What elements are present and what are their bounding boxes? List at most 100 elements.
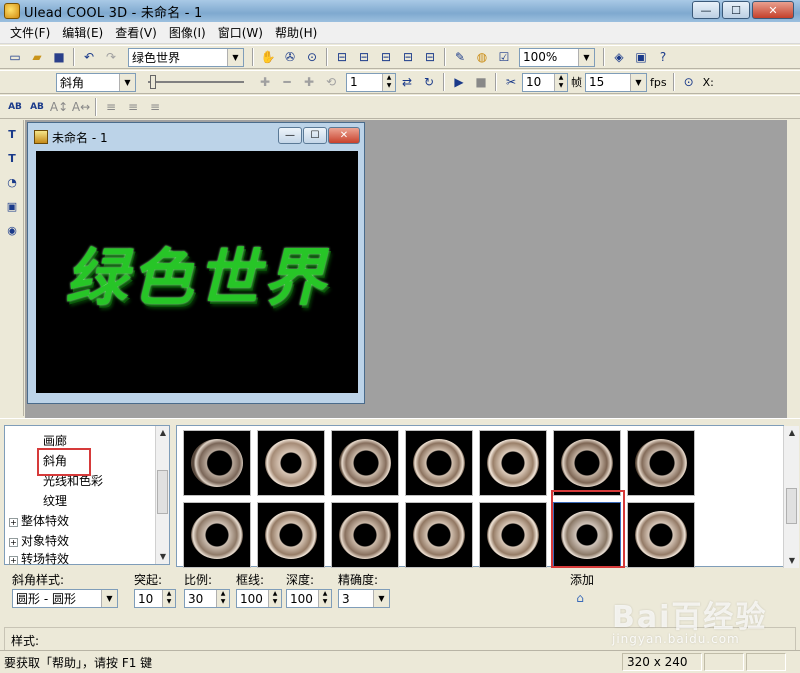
preset-thumbnail[interactable] [627,430,695,496]
chevron-down-icon[interactable]: ▼ [119,73,135,91]
spin-arrows-icon[interactable]: ▲ ▼ [268,590,281,607]
fps-combo[interactable]: 15 ▼ [585,72,647,92]
render-icon[interactable]: ▣ [631,47,651,67]
undo-icon[interactable]: ↶ [79,47,99,67]
menu-window[interactable]: 窗口(W) [212,23,269,43]
spin-arrows-icon[interactable]: ▲ ▼ [382,73,395,91]
frame-number-spinner[interactable]: 1 ▲ ▼ [346,72,396,92]
spin-arrows-icon[interactable]: ▲ ▼ [554,73,567,91]
view-back-icon[interactable]: ⊟ [420,47,440,67]
chart-icon[interactable]: ☑ [494,47,514,67]
scroll-thumb[interactable] [157,470,168,514]
tree-item-transition-effects[interactable]: + 转场特效 [9,550,69,568]
view-bottom-icon[interactable]: ⊟ [398,47,418,67]
view-top-icon[interactable]: ⊟ [354,47,374,67]
document-minimize-button[interactable]: — [278,127,302,144]
rotate-tool-icon[interactable]: ✇ [280,47,300,67]
keyframe-icon[interactable]: ✚ [299,72,319,92]
reverse-icon[interactable]: ⇄ [397,72,417,92]
preset-thumbnail[interactable] [331,502,399,568]
spin-arrows-icon[interactable]: ▲ ▼ [318,590,331,607]
menu-file[interactable]: 文件(F) [4,23,56,43]
precision-combo[interactable]: 3 ▼ [338,589,390,608]
new-file-icon[interactable]: ▭ [5,47,25,67]
chevron-down-icon[interactable]: ▼ [101,590,117,607]
spin-arrows-icon[interactable]: ▲ ▼ [162,590,175,607]
menu-edit[interactable]: 编辑(E) [56,23,109,43]
rate-spinner[interactable]: 10 ▲ ▼ [522,72,568,92]
preset-thumbnail[interactable] [331,430,399,496]
gallery-scrollbar[interactable]: ▲ ▼ [783,426,799,568]
menu-help[interactable]: 帮助(H) [269,23,323,43]
char-spacing-icon[interactable]: A↕ [49,97,69,117]
preset-thumbnail[interactable] [183,502,251,568]
align-left-icon[interactable]: ≡ [101,97,121,117]
text-object-combo[interactable]: 绿色世界 ▼ [128,47,244,67]
line-spacing-icon[interactable]: A↔ [71,97,91,117]
refresh-icon[interactable]: ↻ [419,72,439,92]
tree-item-texture[interactable]: 纹理 [43,492,67,510]
paint-icon[interactable]: ✎ [450,47,470,67]
preset-thumbnail[interactable] [479,430,547,496]
tree-item-object-effects[interactable]: + 对象特效 [9,532,69,550]
document-maximize-button[interactable]: ☐ [303,127,327,144]
chevron-down-icon[interactable]: ▼ [630,73,646,91]
chevron-down-icon[interactable]: ▼ [578,48,594,66]
position-icon[interactable]: ⊙ [679,72,699,92]
menu-image[interactable]: 图像(I) [163,23,212,43]
align-right-icon[interactable]: ≡ [145,97,165,117]
preset-thumbnail[interactable] [479,502,547,568]
color-palette-icon[interactable]: ◈ [609,47,629,67]
maximize-button[interactable]: ☐ [722,1,750,19]
chevron-down-icon[interactable]: ▼ [373,590,389,607]
play-icon[interactable]: ▶ [449,72,469,92]
preset-thumbnail[interactable] [257,502,325,568]
zoom-combo[interactable]: 100% ▼ [519,47,595,67]
scroll-up-icon[interactable]: ▲ [156,426,170,440]
effect-combo[interactable]: 斜角 ▼ [56,72,136,92]
expand-icon[interactable]: + [9,518,18,527]
select-object-icon[interactable]: ▣ [2,196,22,216]
document-close-button[interactable]: ✕ [328,127,360,144]
bulge-spinner[interactable]: 10 ▲ ▼ [134,589,176,608]
menu-view[interactable]: 查看(V) [109,23,163,43]
align-center-icon[interactable]: ≡ [123,97,143,117]
minimize-button[interactable]: — [692,1,720,19]
tween-icon[interactable]: ✂ [501,72,521,92]
render-canvas[interactable]: 绿色世界 [36,151,358,393]
edit-text-icon[interactable]: T [2,148,22,168]
hand-tool-icon[interactable]: ✋ [258,47,278,67]
preset-thumbnail[interactable] [183,430,251,496]
preset-thumbnail[interactable] [627,502,695,568]
redo-icon[interactable]: ↷ [101,47,121,67]
border-spinner[interactable]: 100 ▲ ▼ [236,589,282,608]
scroll-down-icon[interactable]: ▼ [784,554,800,568]
preset-thumbnail[interactable] [405,430,473,496]
timeline-slider[interactable] [148,75,244,89]
close-button[interactable]: ✕ [752,1,794,19]
preset-thumbnail[interactable] [257,430,325,496]
expand-icon[interactable]: + [9,538,18,547]
bevel-style-combo[interactable]: 圆形 - 圆形 ▼ [12,589,118,608]
expand-icon[interactable]: + [9,556,18,565]
preset-thumbnail[interactable] [553,430,621,496]
scroll-down-icon[interactable]: ▼ [156,550,170,564]
save-icon[interactable]: ■ [49,47,69,67]
insert-object-icon[interactable]: ◔ [2,172,22,192]
help-pointer-icon[interactable]: ? [653,47,673,67]
geometry-icon[interactable]: ◉ [2,220,22,240]
open-folder-icon[interactable]: ▰ [27,47,47,67]
ratio-spinner[interactable]: 30 ▲ ▼ [184,589,230,608]
globe-icon[interactable]: ◍ [472,47,492,67]
text-ab-icon[interactable]: AB [5,97,25,117]
chevron-down-icon[interactable]: ▼ [227,48,243,66]
zoom-tool-icon[interactable]: ⊙ [302,47,322,67]
remove-keyframe-icon[interactable]: ━ [277,72,297,92]
stop-icon[interactable]: ■ [471,72,491,92]
preset-thumbnail[interactable] [405,502,473,568]
insert-text-icon[interactable]: T [2,124,22,144]
tree-item-global-effects[interactable]: + 整体特效 [9,512,69,530]
spin-arrows-icon[interactable]: ▲ ▼ [216,590,229,607]
view-front-icon[interactable]: ⊟ [332,47,352,67]
add-keyframe-icon[interactable]: ✚ [255,72,275,92]
